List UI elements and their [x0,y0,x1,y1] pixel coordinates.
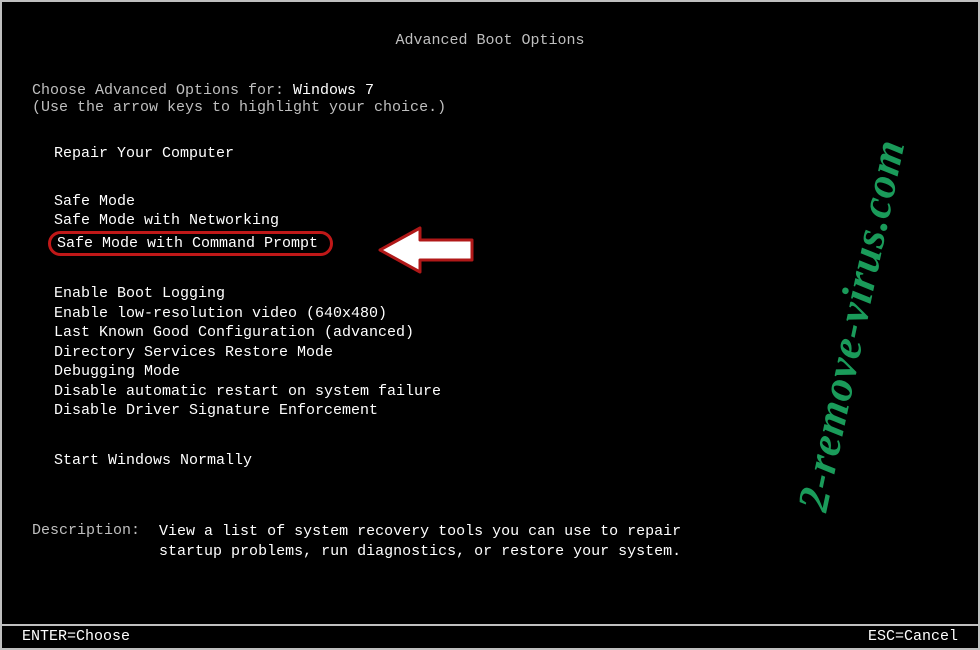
option-low-res-video[interactable]: Enable low-resolution video (640x480) [54,304,948,324]
description-text: View a list of system recovery tools you… [159,522,699,561]
status-bar: ENTER=Choose ESC=Cancel [2,624,978,648]
content-area: Choose Advanced Options for: Windows 7 (… [32,82,948,470]
option-group-advanced: Enable Boot Logging Enable low-resolutio… [54,284,948,421]
status-esc-hint: ESC=Cancel [868,628,958,645]
boot-options-screen: Advanced Boot Options Choose Advanced Op… [0,0,980,650]
option-repair-computer[interactable]: Repair Your Computer [54,144,948,164]
option-group-repair: Repair Your Computer [54,144,948,164]
option-debugging-mode[interactable]: Debugging Mode [54,362,948,382]
prompt-prefix: Choose Advanced Options for: [32,82,293,99]
option-safe-mode-cmd[interactable]: Safe Mode with Command Prompt [57,235,318,252]
option-safe-mode-networking[interactable]: Safe Mode with Networking [54,211,948,231]
description-block: Description: View a list of system recov… [32,522,699,561]
option-safe-mode[interactable]: Safe Mode [54,192,948,212]
status-enter-hint: ENTER=Choose [22,628,130,645]
highlight-circle: Safe Mode with Command Prompt [48,231,333,257]
option-disable-driver-sig[interactable]: Disable Driver Signature Enforcement [54,401,948,421]
option-group-normal: Start Windows Normally [54,451,948,471]
prompt-line: Choose Advanced Options for: Windows 7 [32,82,948,99]
option-group-safemode: Safe Mode Safe Mode with Networking Safe… [54,192,948,257]
description-label: Description: [32,522,140,539]
option-boot-logging[interactable]: Enable Boot Logging [54,284,948,304]
page-title: Advanced Boot Options [2,32,978,49]
instruction-text: (Use the arrow keys to highlight your ch… [32,99,948,116]
option-disable-auto-restart[interactable]: Disable automatic restart on system fail… [54,382,948,402]
highlighted-option-wrapper: Safe Mode with Command Prompt [54,231,333,257]
option-last-known-good[interactable]: Last Known Good Configuration (advanced) [54,323,948,343]
option-ds-restore-mode[interactable]: Directory Services Restore Mode [54,343,948,363]
option-start-normally[interactable]: Start Windows Normally [54,451,948,471]
os-name: Windows 7 [293,82,374,99]
